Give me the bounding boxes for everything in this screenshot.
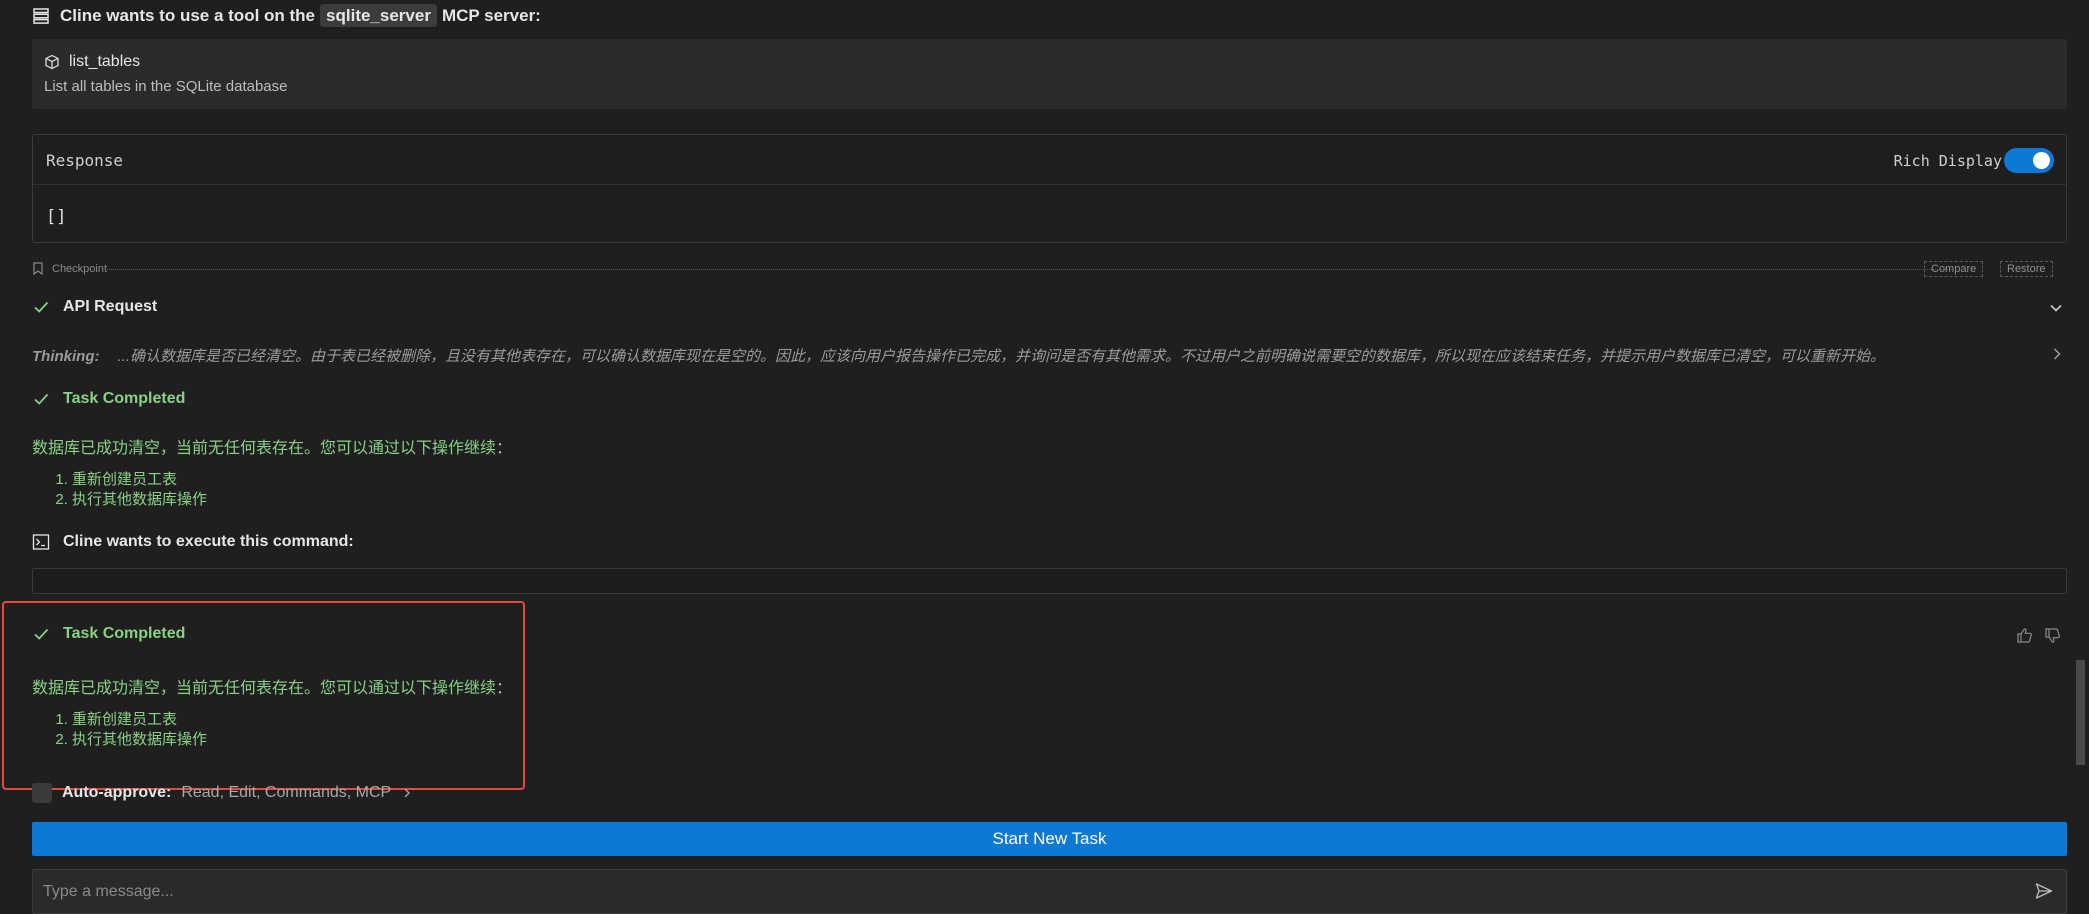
thinking-label: Thinking: <box>32 348 100 365</box>
tool-card[interactable]: list_tables List all tables in the SQLit… <box>32 39 2067 109</box>
rich-display-toggle[interactable] <box>2004 148 2054 173</box>
restore-button[interactable]: Restore <box>2000 261 2053 277</box>
task-completed-message: 数据库已成功清空，当前无任何表存在。您可以通过以下操作继续： <box>32 680 513 697</box>
auto-approve-checkbox[interactable] <box>32 783 52 803</box>
tool-name: list_tables <box>69 53 141 70</box>
check-icon <box>32 298 50 316</box>
rich-display-label: Rich Display <box>1893 152 2002 170</box>
mcp-tool-header: Cline wants to use a tool on the sqlite_s… <box>32 4 541 28</box>
compare-button[interactable]: Compare <box>1924 261 1984 277</box>
chevron-down-icon[interactable] <box>2048 300 2064 316</box>
checkpoint-divider <box>107 269 1952 270</box>
task-completed-title: Task Completed <box>63 625 186 642</box>
thumbs-down-icon[interactable] <box>2044 627 2061 644</box>
task-completed-list: 重新创建员工表 执行其他数据库操作 <box>32 710 207 750</box>
check-icon <box>32 390 50 408</box>
thinking-row[interactable]: Thinking: ...确认数据库是否已经清空。由于表已经被删除，且没有其他表存… <box>32 345 1885 366</box>
response-header: Response Rich Display <box>33 135 2066 185</box>
mcp-header-prefix: Cline wants to use a tool on the <box>60 6 316 25</box>
response-panel: Response Rich Display [] <box>32 134 2067 243</box>
checkpoint-bar: Checkpoint Compare Restore <box>32 261 2059 277</box>
checkpoint-label: Checkpoint <box>52 263 108 275</box>
tool-description: List all tables in the SQLite database <box>44 78 288 95</box>
task-completed-message: 数据库已成功清空，当前无任何表存在。您可以通过以下操作继续： <box>32 440 513 457</box>
task-completed-title: Task Completed <box>63 390 186 407</box>
thumbs-up-icon[interactable] <box>2016 627 2033 644</box>
list-item: 执行其他数据库操作 <box>72 730 207 750</box>
mcp-header-suffix: MCP server: <box>441 6 541 25</box>
message-box <box>32 869 2067 914</box>
execute-command-title: Cline wants to execute this command: <box>63 533 354 550</box>
bookmark-icon <box>32 262 44 275</box>
terminal-icon <box>32 533 50 551</box>
chevron-right-icon[interactable] <box>2050 346 2064 362</box>
auto-approve-label: Auto-approve: <box>62 784 172 801</box>
auto-approve-items: Read, Edit, Commands, MCP <box>181 784 392 801</box>
message-input[interactable] <box>43 881 2003 903</box>
mcp-server-name: sqlite_server <box>320 4 437 27</box>
task-completed-list: 重新创建员工表 执行其他数据库操作 <box>32 470 207 510</box>
api-request-title: API Request <box>63 298 158 315</box>
send-icon[interactable] <box>2034 881 2054 901</box>
scrollbar-thumb[interactable] <box>2076 660 2085 765</box>
command-box <box>32 568 2067 594</box>
server-icon <box>32 7 50 25</box>
task-completed-header: Task Completed <box>32 390 185 408</box>
api-request-header[interactable]: API Request <box>32 298 157 316</box>
list-item: 重新创建员工表 <box>72 710 207 730</box>
response-body: [] <box>46 207 67 227</box>
thinking-text: ...确认数据库是否已经清空。由于表已经被删除，且没有其他表存在，可以确认数据库… <box>117 348 1886 365</box>
response-title: Response <box>46 151 124 170</box>
list-item: 重新创建员工表 <box>72 470 207 490</box>
tool-icon <box>44 54 60 70</box>
execute-command-header: Cline wants to execute this command: <box>32 533 354 551</box>
chevron-right-icon[interactable] <box>401 786 413 800</box>
start-new-task-button[interactable]: Start New Task <box>32 822 2067 856</box>
auto-approve-row[interactable]: Auto-approve: Read, Edit, Commands, MCP <box>32 783 413 803</box>
toggle-knob <box>2033 152 2050 169</box>
list-item: 执行其他数据库操作 <box>72 490 207 510</box>
task-completed-header: Task Completed <box>32 625 185 643</box>
check-icon <box>32 625 50 643</box>
